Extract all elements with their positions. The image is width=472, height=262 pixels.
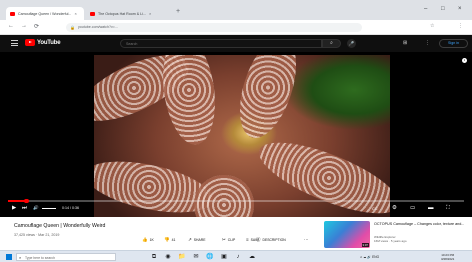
- fullscreen-icon[interactable]: ⛶: [446, 205, 450, 212]
- taskbar-clock[interactable]: 10:23 PM 3/28/2021: [441, 253, 454, 261]
- time-display: 0:14 / 0:36: [62, 206, 79, 210]
- edge-icon[interactable]: 🌐: [206, 253, 214, 261]
- volume-slider[interactable]: [42, 208, 56, 209]
- next-button[interactable]: ⏭: [22, 205, 27, 212]
- youtube-logo-text: YouTube: [37, 39, 61, 46]
- browser-toolbar: ← → ⟳ 🔒 youtube.com/watch?v=... ☆ ⋮: [0, 20, 472, 35]
- cloud-icon[interactable]: ☁: [248, 253, 256, 261]
- description-button[interactable]: ⓘ DESCRIPTION: [256, 236, 286, 243]
- octopus-tentacle: [250, 128, 390, 217]
- taskbar-search-box[interactable]: ⌕ Type here to search: [16, 253, 116, 261]
- taskbar-search-placeholder: Type here to search: [25, 255, 55, 260]
- browser-tab[interactable]: The Octopus Hat Room & Li... ×: [86, 7, 170, 20]
- clip-button[interactable]: ✂ CLIP: [222, 236, 235, 243]
- hamburger-menu-icon[interactable]: [11, 40, 18, 46]
- store-icon[interactable]: ▣: [220, 253, 228, 261]
- address-text: youtube.com/watch?v=...: [78, 25, 118, 30]
- octopus-tentacle: [156, 55, 222, 148]
- bookmark-star-icon[interactable]: ☆: [430, 23, 434, 29]
- scissors-icon: ✂: [222, 236, 226, 242]
- close-window-button[interactable]: ×: [458, 6, 462, 12]
- create-icon[interactable]: ⊞: [403, 40, 407, 46]
- thumbs-up-icon: 👍: [142, 236, 148, 242]
- clock-date: 3/28/2021: [441, 256, 455, 261]
- mail-icon[interactable]: ✉: [192, 253, 200, 261]
- save-playlist-icon: ≡: [246, 237, 249, 242]
- task-view-icon[interactable]: ⧉: [150, 253, 158, 261]
- recommended-video-meta: Wildlife Explorer 16M views · 5 years ag…: [374, 235, 407, 244]
- browser-tab-strip: Camouflage Queen / Wonderful... × The Oc…: [0, 0, 472, 20]
- clip-label: CLIP: [227, 237, 236, 242]
- description-label: DESCRIPTION: [262, 237, 286, 242]
- video-info-area: Camouflage Queen | Wonderfully Weird 37,…: [0, 217, 472, 250]
- like-count: 1K: [149, 237, 154, 242]
- recommended-video-thumbnail[interactable]: 3:07: [324, 221, 370, 248]
- miniplayer-icon[interactable]: ▭: [410, 205, 415, 211]
- dislike-button[interactable]: 👎 41: [164, 236, 175, 243]
- chrome-icon[interactable]: ◉: [164, 253, 172, 261]
- octopus-tentacle: [228, 55, 308, 145]
- tab-close-icon[interactable]: ×: [74, 11, 76, 16]
- browser-menu-icon[interactable]: ⋮: [458, 23, 463, 29]
- theater-mode-icon[interactable]: ▬: [428, 205, 434, 211]
- share-icon: ↗: [188, 236, 192, 242]
- youtube-header: YouTube ⌕ 🎤 ⊞ ⋮ Sign in: [0, 35, 472, 52]
- new-tab-button[interactable]: +: [176, 8, 180, 15]
- like-button[interactable]: 👍 1K: [142, 236, 154, 243]
- dislike-count: 41: [171, 237, 176, 242]
- reload-button[interactable]: ⟳: [34, 23, 39, 30]
- address-bar[interactable]: 🔒 youtube.com/watch?v=...: [66, 23, 362, 32]
- share-button[interactable]: ↗ SHARE: [188, 236, 205, 243]
- info-icon[interactable]: i: [462, 58, 467, 63]
- youtube-play-logo-icon: [25, 39, 35, 46]
- windows-taskbar: ⌕ Type here to search ⧉ ◉ 📁 ✉ 🌐 ▣ ♪ ☁ ∧ …: [0, 250, 472, 262]
- video-duration: 3:07: [361, 243, 369, 247]
- clock-time: 10:23 PM: [441, 252, 455, 257]
- volume-icon[interactable]: 🔊: [33, 205, 39, 211]
- video-player[interactable]: i ▶ ⏭ 🔊 0:14 / 0:36 CC ⚙ ▭ ▬ ⛶: [0, 52, 472, 217]
- browser-tab-active[interactable]: Camouflage Queen / Wonderful... ×: [6, 7, 84, 20]
- search-input[interactable]: [121, 40, 321, 47]
- share-label: SHARE: [193, 237, 206, 242]
- info-circle-icon: ⓘ: [256, 236, 261, 242]
- tab-close-icon[interactable]: ×: [149, 11, 151, 16]
- more-actions-button[interactable]: ⋯: [304, 236, 309, 243]
- recommended-video-title[interactable]: OCTOPUS Camouflage – Changes color, text…: [374, 222, 466, 227]
- recommended-views: 16M views · 5 years ago: [374, 238, 407, 243]
- maximize-button[interactable]: □: [441, 6, 445, 12]
- music-icon[interactable]: ♪: [234, 253, 242, 261]
- more-horizontal-icon: ⋯: [304, 236, 309, 242]
- search-button[interactable]: ⌕: [322, 39, 341, 48]
- tab-title: The Octopus Hat Room & Li...: [98, 11, 146, 16]
- play-button[interactable]: ▶: [12, 205, 16, 211]
- progress-bar[interactable]: [8, 198, 464, 203]
- lock-icon: 🔒: [70, 24, 75, 30]
- video-frame-octopus[interactable]: [94, 55, 390, 217]
- forward-button[interactable]: →: [21, 23, 27, 29]
- captions-button[interactable]: CC: [372, 207, 377, 211]
- search-icon: ⌕: [19, 254, 22, 260]
- youtube-logo[interactable]: YouTube: [25, 39, 61, 46]
- minimize-button[interactable]: –: [424, 6, 427, 12]
- video-meta: 37,425 views · Mar 21, 2019: [14, 233, 60, 237]
- system-tray[interactable]: ∧ ☁ 🔊 ENG: [360, 255, 379, 259]
- youtube-favicon-icon: [10, 11, 15, 16]
- thumbs-down-icon: 👎: [164, 236, 170, 242]
- windows-start-icon[interactable]: [6, 254, 12, 260]
- youtube-search-box[interactable]: [120, 39, 322, 48]
- octopus-tentacle: [194, 175, 254, 217]
- voice-search-mic-icon[interactable]: 🎤: [347, 39, 356, 48]
- progress-scrubber-handle[interactable]: [24, 198, 29, 203]
- file-explorer-icon[interactable]: 📁: [178, 253, 186, 261]
- more-options-icon[interactable]: ⋮: [425, 40, 430, 46]
- tab-title: Camouflage Queen / Wonderful...: [18, 11, 72, 16]
- back-button[interactable]: ←: [8, 23, 14, 29]
- sign-in-button[interactable]: Sign in: [439, 39, 468, 48]
- settings-gear-icon[interactable]: ⚙: [392, 205, 397, 211]
- video-title: Camouflage Queen | Wonderfully Weird: [14, 223, 106, 229]
- youtube-favicon-icon: [90, 11, 95, 16]
